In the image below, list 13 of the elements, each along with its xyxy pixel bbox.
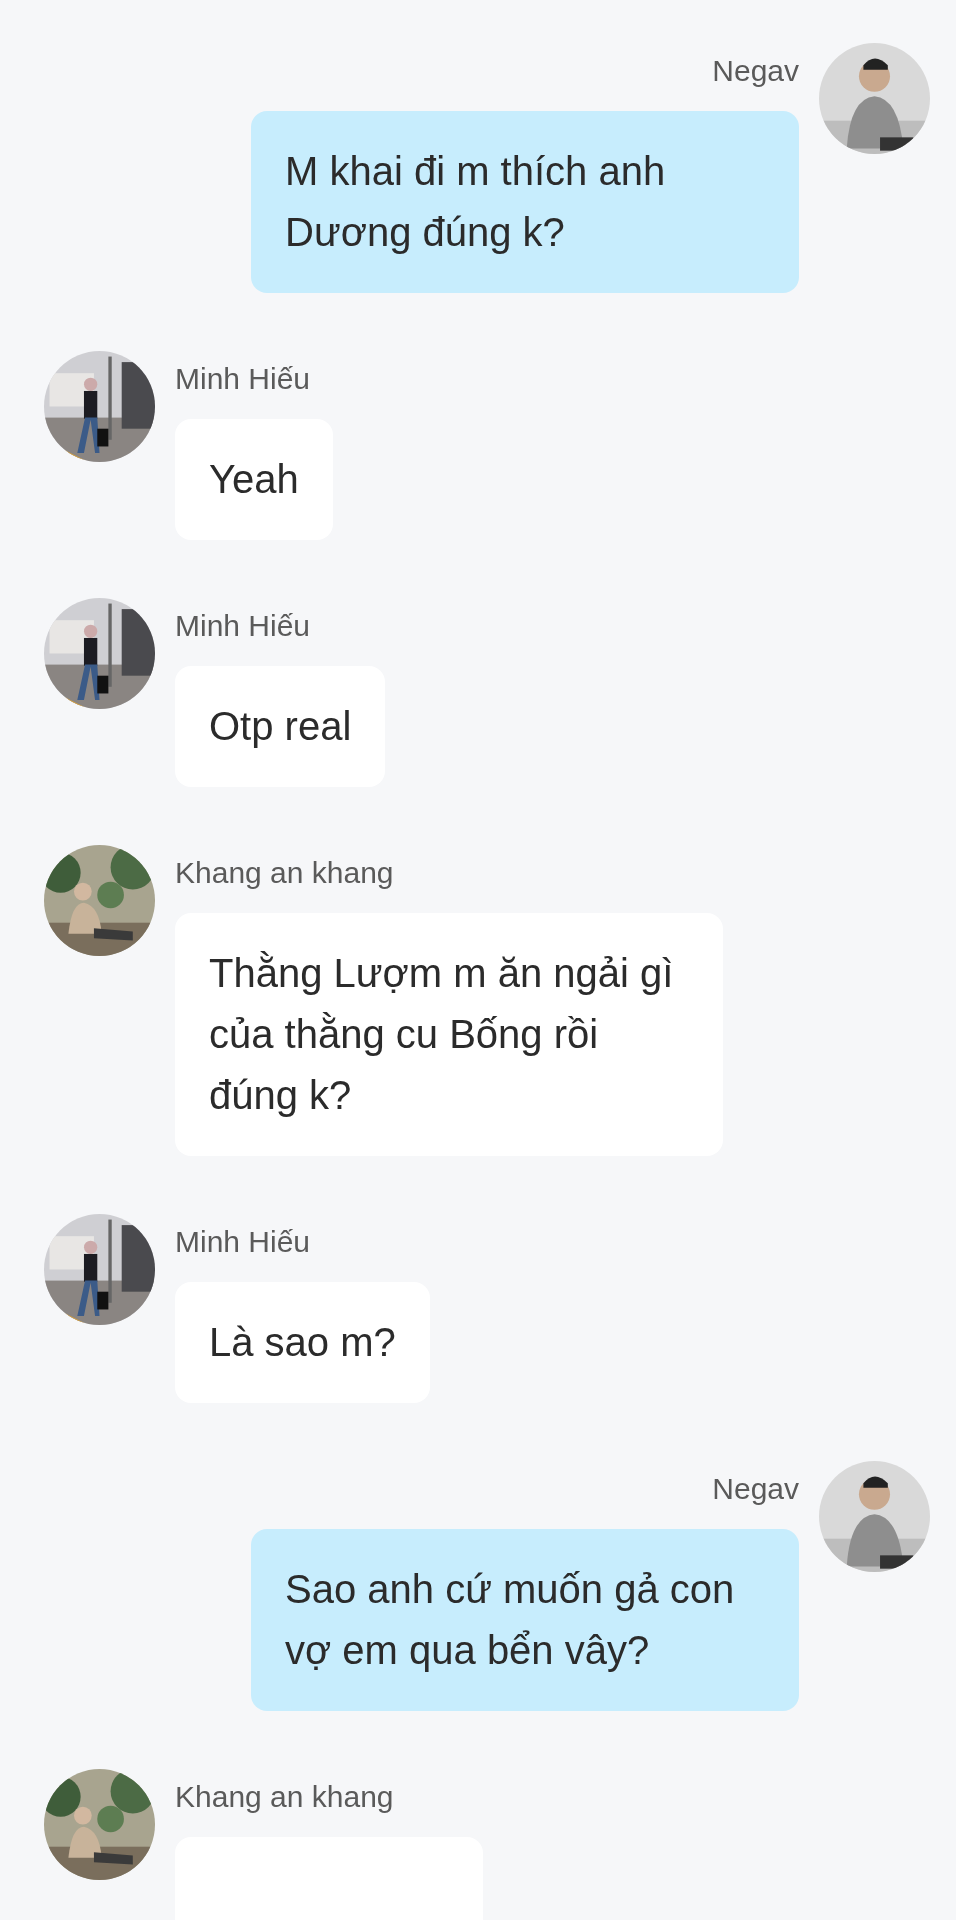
sender-name: Negav bbox=[712, 1471, 799, 1507]
sender-name: Khang an khang bbox=[175, 855, 394, 891]
sender-name: Minh Hiếu bbox=[175, 1224, 311, 1260]
message-bubble: Yeah bbox=[175, 419, 333, 540]
sender-name: Minh Hiếu bbox=[175, 361, 311, 397]
sender-name: Khang an khang bbox=[175, 1779, 394, 1815]
sender-name: Minh Hiếu bbox=[175, 608, 311, 644]
sender-name: Negav bbox=[712, 53, 799, 89]
message-bubble: Otp real bbox=[175, 666, 386, 787]
message-bubble: Sao anh cứ muốn gả con vợ em qua bển vây? bbox=[251, 1529, 799, 1711]
message-bubble: Là sao m? bbox=[175, 1282, 430, 1403]
message-bubble: M khai đi m thích anh Dương đúng k? bbox=[251, 111, 799, 293]
message-bubble: Thằng Lượm m ăn ngải gì của thằng cu Bống rồi đúng k? bbox=[175, 913, 723, 1156]
